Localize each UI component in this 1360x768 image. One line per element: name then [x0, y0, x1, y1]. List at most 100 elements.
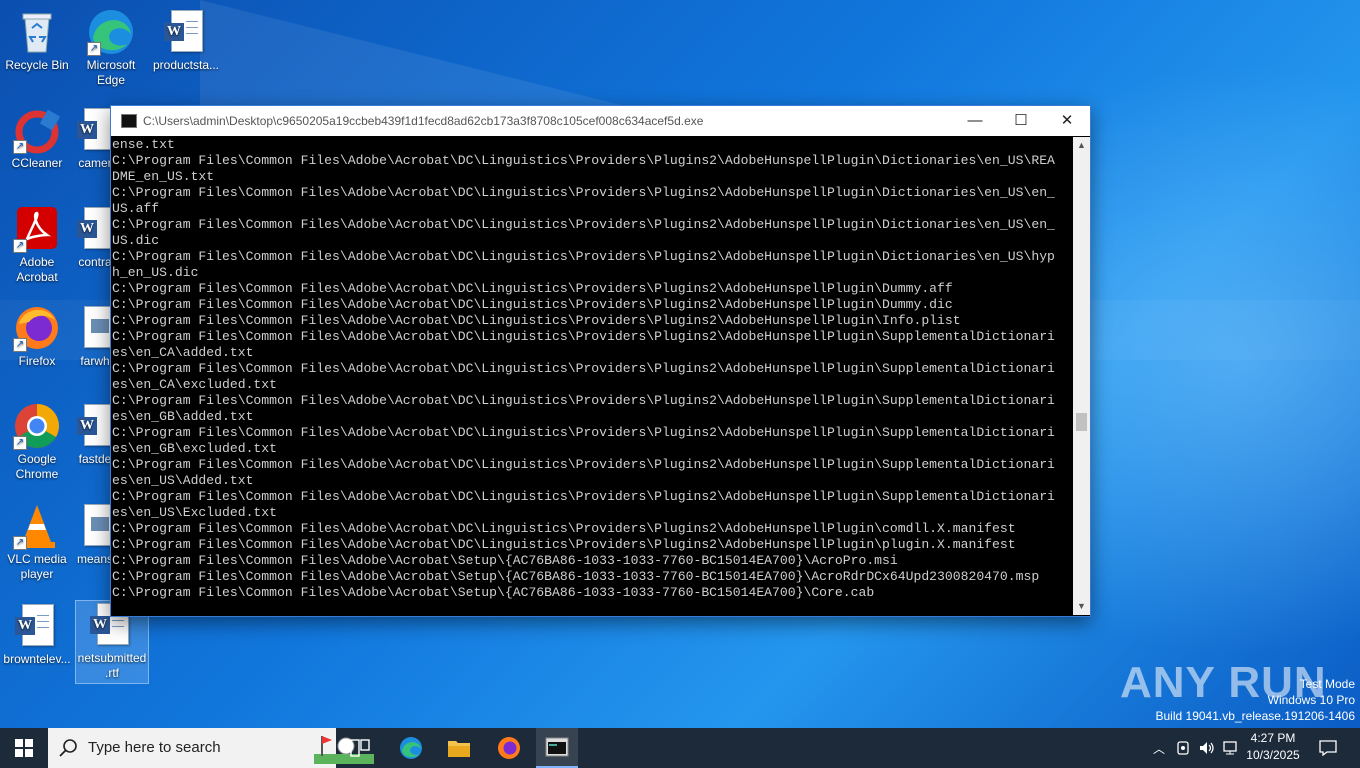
- shortcut-arrow-icon: ↗: [13, 536, 27, 550]
- console-line: ense.txt: [112, 137, 175, 152]
- console-line: es\en_CA\added.txt: [112, 345, 254, 360]
- desktop-icon-productsta[interactable]: W productsta...: [150, 8, 222, 73]
- shortcut-arrow-icon: ↗: [13, 140, 27, 154]
- desktop-icon-label: farwh: [80, 354, 110, 368]
- taskbar-console-button[interactable]: [536, 728, 578, 768]
- console-line: C:\Program Files\Common Files\Adobe\Acro…: [112, 313, 961, 328]
- tray-volume[interactable]: [1196, 728, 1218, 768]
- scroll-up-icon[interactable]: ▲: [1073, 137, 1090, 154]
- maximize-button[interactable]: ☐: [998, 106, 1044, 136]
- folder-icon: [448, 741, 470, 757]
- scrollbar-thumb[interactable]: [1076, 413, 1087, 431]
- show-hidden-icons-button[interactable]: ︿: [1148, 728, 1170, 768]
- chevron-up-icon: ︿: [1152, 741, 1165, 756]
- taskbar: Type here to search ︿ 4:27 PM 10/3/2025: [0, 728, 1360, 768]
- ccleaner-icon: ↗: [13, 106, 61, 154]
- desktop-icon-google-chrome[interactable]: ↗ Google Chrome: [1, 402, 73, 482]
- search-icon: [59, 739, 77, 757]
- chrome-icon: ↗: [13, 402, 61, 450]
- console-line: C:\Program Files\Common Files\Adobe\Acro…: [112, 569, 1040, 584]
- scroll-down-icon[interactable]: ▼: [1073, 598, 1090, 615]
- taskbar-edge-button[interactable]: [390, 728, 432, 768]
- desktop-icon-farwh[interactable]: farwh: [75, 304, 115, 369]
- desktop-icon-ccleaner[interactable]: ↗ CCleaner: [1, 106, 73, 171]
- desktop-icon-fastde[interactable]: W fastde: [75, 402, 115, 467]
- vertical-scrollbar[interactable]: ▲ ▼: [1073, 137, 1090, 615]
- console-line: C:\Program Files\Common Files\Adobe\Acro…: [112, 361, 1055, 376]
- desktop-icon-camer[interactable]: W camer: [75, 106, 115, 171]
- taskbar-clock[interactable]: 4:27 PM 10/3/2025: [1238, 730, 1308, 764]
- taskbar-file-explorer-button[interactable]: [438, 728, 480, 768]
- desktop-icon-label: Google Chrome: [15, 452, 59, 481]
- desktop: Recycle Bin ↗ CCleaner ↗ Adobe Acrobat ↗…: [0, 0, 1360, 728]
- console-line: C:\Program Files\Common Files\Adobe\Acro…: [112, 457, 1055, 472]
- word-document-icon: W: [13, 602, 61, 650]
- start-button[interactable]: [0, 728, 48, 768]
- console-line: C:\Program Files\Common Files\Adobe\Acro…: [112, 329, 1055, 344]
- watermark-line: Test Mode: [1299, 677, 1355, 691]
- console-line: h_en_US.dic: [112, 265, 199, 280]
- desktop-icon-label: means: [76, 552, 114, 566]
- console-line: US.dic: [112, 233, 160, 248]
- image-file-icon: [75, 502, 115, 550]
- desktop-icon-adobe-acrobat[interactable]: ↗ Adobe Acrobat: [1, 205, 73, 285]
- console-title-bar[interactable]: C:\Users\admin\Desktop\c9650205a19ccbeb4…: [111, 106, 1090, 136]
- desktop-icon-label: VLC media player: [7, 552, 67, 581]
- desktop-icon-label: Adobe Acrobat: [16, 255, 58, 284]
- console-line: C:\Program Files\Common Files\Adobe\Acro…: [112, 281, 953, 296]
- console-line: C:\Program Files\Common Files\Adobe\Acro…: [112, 297, 953, 312]
- clock-date: 10/3/2025: [1246, 748, 1300, 762]
- desktop-icon-label: camer: [78, 156, 112, 170]
- console-line: C:\Program Files\Common Files\Adobe\Acro…: [112, 185, 1055, 200]
- desktop-icon-label: Recycle Bin: [5, 58, 69, 72]
- desktop-icon-browntelev[interactable]: W browntelev...: [1, 602, 73, 667]
- shortcut-arrow-icon: ↗: [13, 239, 27, 253]
- minimize-button[interactable]: —: [952, 106, 998, 136]
- taskbar-firefox-button[interactable]: [488, 728, 530, 768]
- console-output[interactable]: ense.txt C:\Program Files\Common Files\Ad…: [112, 137, 1073, 615]
- console-app-icon: [545, 737, 569, 757]
- desktop-icon-label: productsta...: [152, 58, 220, 72]
- console-line: C:\Program Files\Common Files\Adobe\Acro…: [112, 585, 875, 600]
- firefox-icon: ↗: [13, 304, 61, 352]
- watermark-line: Windows 10 Pro: [1267, 693, 1355, 707]
- console-app-icon: [121, 114, 137, 128]
- edge-icon: [400, 737, 422, 759]
- desktop-icon-label: browntelev...: [3, 652, 71, 666]
- vlc-icon: ↗: [13, 502, 61, 550]
- word-document-icon: W: [75, 402, 115, 450]
- close-button[interactable]: ✕: [1044, 106, 1090, 136]
- console-line: DME_en_US.txt: [112, 169, 215, 184]
- console-line: es\en_GB\excluded.txt: [112, 441, 278, 456]
- desktop-icon-recycle-bin[interactable]: Recycle Bin: [1, 8, 73, 73]
- acrobat-icon: ↗: [13, 205, 61, 253]
- desktop-icon-firefox[interactable]: ↗ Firefox: [1, 304, 73, 369]
- desktop-icon-microsoft-edge[interactable]: ↗ Microsoft Edge: [75, 8, 147, 88]
- test-mode-watermark: Test Mode Windows 10 Pro Build 19041.vb_…: [1156, 676, 1356, 724]
- desktop-icon-label: CCleaner: [11, 156, 63, 170]
- desktop-icon-contra[interactable]: W contra: [75, 205, 115, 270]
- word-document-icon: W: [75, 205, 115, 253]
- shortcut-arrow-icon: ↗: [13, 338, 27, 352]
- console-title: C:\Users\admin\Desktop\c9650205a19ccbeb4…: [143, 114, 704, 128]
- task-view-button[interactable]: [340, 728, 380, 768]
- console-line: C:\Program Files\Common Files\Adobe\Acro…: [112, 153, 1055, 168]
- console-line: C:\Program Files\Common Files\Adobe\Acro…: [112, 537, 1016, 552]
- notification-icon: [1319, 740, 1337, 756]
- console-window[interactable]: C:\Users\admin\Desktop\c9650205a19ccbeb4…: [110, 105, 1091, 617]
- desktop-icon-vlc[interactable]: ↗ VLC media player: [1, 502, 73, 582]
- firefox-icon: [498, 737, 520, 759]
- search-placeholder: Type here to search: [88, 739, 221, 756]
- watermark-line: Build 19041.vb_release.191206-1406: [1155, 709, 1356, 723]
- desktop-icon-label: Firefox: [18, 354, 56, 368]
- action-center-button[interactable]: [1312, 728, 1344, 768]
- console-line: C:\Program Files\Common Files\Adobe\Acro…: [112, 489, 1055, 504]
- tray-network-adapter[interactable]: [1172, 728, 1194, 768]
- taskbar-search-box[interactable]: Type here to search: [48, 728, 374, 768]
- desktop-icon-means[interactable]: means: [75, 502, 115, 567]
- recycle-bin-icon: [13, 8, 61, 56]
- console-line: C:\Program Files\Common Files\Adobe\Acro…: [112, 393, 1055, 408]
- word-document-icon: W: [75, 106, 115, 154]
- desktop-icon-label: contra: [78, 255, 112, 269]
- desktop-icon-label: Microsoft Edge: [86, 58, 136, 87]
